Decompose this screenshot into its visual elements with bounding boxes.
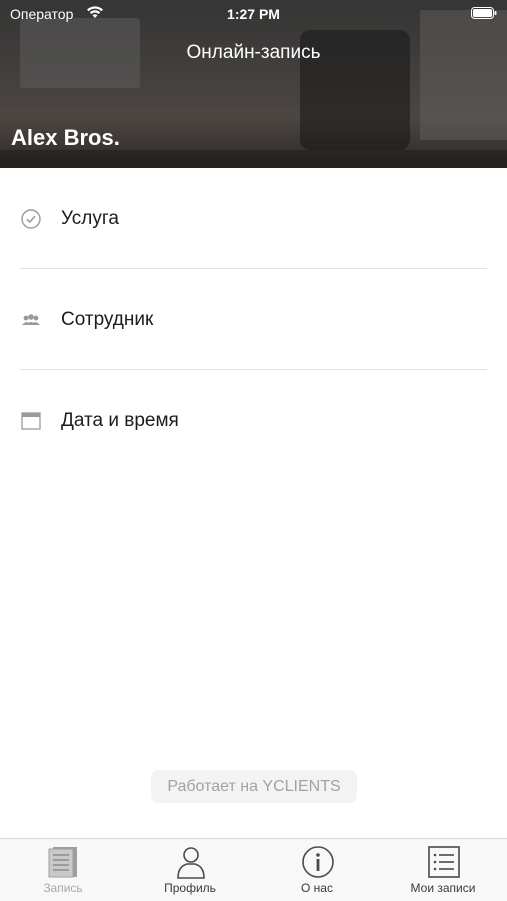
info-icon <box>302 846 334 878</box>
step-datetime-label: Дата и время <box>61 410 179 431</box>
book-icon <box>48 847 77 878</box>
profile-icon <box>177 847 205 879</box>
step-staff-label: Сотрудник <box>61 309 154 330</box>
tab-my-bookings[interactable]: Мои записи <box>380 839 506 901</box>
booking-steps: Услуга Сотрудник Дата и время <box>0 168 507 471</box>
battery-icon <box>471 7 497 19</box>
tab-booking-label: Запись <box>43 881 83 895</box>
tab-about-label: О нас <box>301 881 333 895</box>
tab-my-bookings-label: Мои записи <box>410 881 476 895</box>
step-service[interactable]: Услуга <box>0 168 507 269</box>
company-name: Alex Bros. <box>11 125 120 150</box>
status-bar: Оператор 1:27 PM <box>0 0 507 28</box>
header: Оператор 1:27 PM Онлайн-запись Alex Bros… <box>0 0 507 168</box>
step-staff[interactable]: Сотрудник <box>0 269 507 370</box>
status-time: 1:27 PM <box>227 6 280 22</box>
step-datetime[interactable]: Дата и время <box>0 370 507 471</box>
tab-profile[interactable]: Профиль <box>127 839 253 901</box>
page-title: Онлайн-запись <box>186 42 321 63</box>
tab-about[interactable]: О нас <box>254 839 380 901</box>
step-service-label: Услуга <box>61 208 119 229</box>
list-icon <box>428 846 460 878</box>
powered-by-badge[interactable]: Работает на YCLIENTS <box>151 770 357 803</box>
tab-booking[interactable]: Запись <box>0 839 126 901</box>
check-circle-icon <box>21 209 41 229</box>
calendar-icon <box>21 412 41 430</box>
tab-profile-label: Профиль <box>164 881 216 895</box>
tab-bar: Запись Профиль О нас Мои записи <box>0 838 507 901</box>
staff-icon <box>22 314 40 325</box>
